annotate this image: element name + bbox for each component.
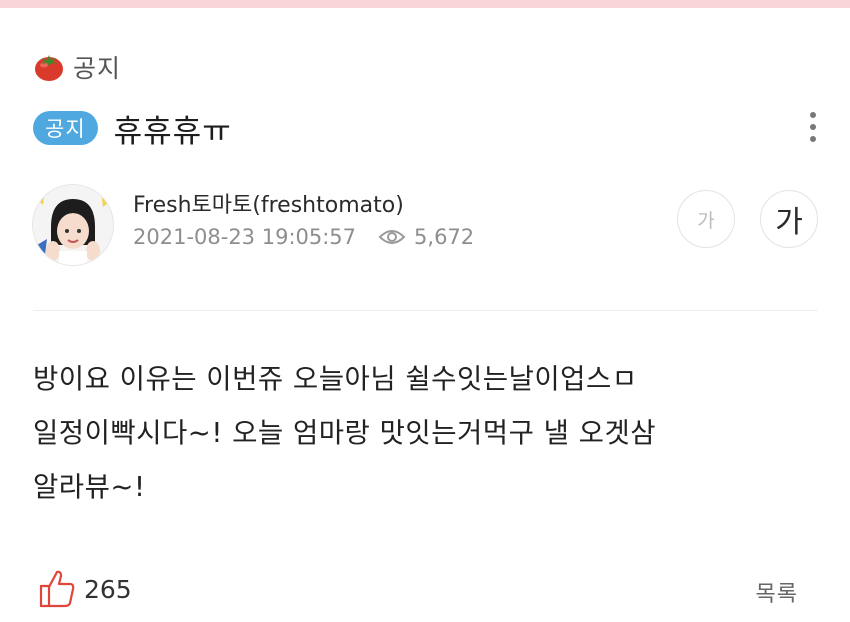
category-header: 공지 [33, 50, 121, 84]
like-button[interactable]: 265 [38, 568, 132, 610]
divider [33, 310, 818, 311]
eye-icon [378, 227, 406, 247]
post-body: 방이요 이유는 이번쥬 오늘아님 쉴수잇는날이업스ㅁ 일정이빡시다~! 오늘 엄… [33, 352, 833, 514]
thumbs-up-icon [38, 568, 76, 610]
post-title-row: 공지 휴휴휴ㅠ [33, 106, 823, 150]
view-count: 5,672 [414, 225, 475, 249]
post-datetime: 2021-08-23 19:05:57 [133, 225, 357, 249]
category-label[interactable]: 공지 [73, 49, 121, 85]
font-size-decrease-button[interactable]: 가 [677, 190, 735, 248]
post-body-line: 일정이빡시다~! 오늘 엄마랑 맛잇는거먹구 낼 오겟삼 [33, 417, 657, 449]
font-size-increase-button[interactable]: 가 [760, 190, 818, 248]
post-body-line: 방이요 이유는 이번쥬 오늘아님 쉴수잇는날이업스ㅁ [33, 363, 638, 395]
notice-badge: 공지 [33, 111, 98, 145]
post-title: 휴휴휴ㅠ [113, 113, 232, 150]
author-name[interactable]: Fresh토마토(freshtomato) [133, 187, 404, 219]
more-options-button[interactable] [803, 108, 823, 146]
post-body-line: 알라뷰~! [33, 471, 146, 503]
list-button[interactable]: 목록 [756, 576, 798, 608]
more-vertical-icon [810, 112, 816, 118]
tomato-icon [33, 51, 65, 83]
post-meta: 2021-08-23 19:05:57 5,672 [133, 225, 474, 249]
top-accent-bar [0, 0, 850, 8]
like-count: 265 [84, 574, 132, 604]
author-avatar[interactable] [33, 185, 113, 265]
